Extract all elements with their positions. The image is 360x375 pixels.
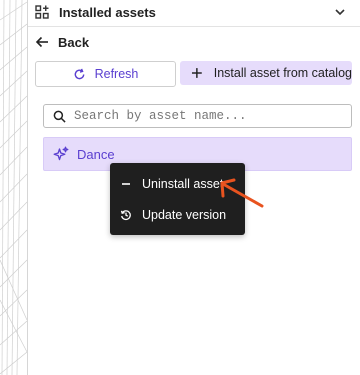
minus-icon bbox=[122, 183, 130, 185]
annotation-arrow-icon bbox=[220, 178, 264, 208]
plus-icon bbox=[191, 68, 202, 78]
refresh-label: Refresh bbox=[94, 67, 139, 81]
apps-add-icon bbox=[35, 5, 49, 19]
menu-item-label: Uninstall asset bbox=[142, 177, 224, 191]
refresh-icon bbox=[74, 68, 84, 79]
chevron-down-icon[interactable] bbox=[334, 6, 346, 18]
viewport-canvas[interactable] bbox=[0, 0, 28, 375]
back-button[interactable]: Back bbox=[35, 33, 89, 51]
back-label: Back bbox=[58, 34, 90, 50]
perspective-grid bbox=[0, 0, 27, 375]
asset-name: Dance bbox=[77, 146, 115, 162]
search-input[interactable] bbox=[74, 109, 334, 123]
panel-header[interactable]: Installed assets bbox=[28, 0, 360, 27]
history-icon bbox=[120, 210, 131, 221]
installed-assets-panel: Installed assets Back Refresh Install as… bbox=[28, 0, 360, 375]
arrow-left-icon bbox=[35, 36, 48, 48]
sparkle-icon bbox=[53, 146, 69, 161]
refresh-button[interactable]: Refresh bbox=[35, 61, 176, 87]
panel-title: Installed assets bbox=[59, 5, 156, 20]
install-from-catalog-button[interactable]: Install asset from catalog bbox=[180, 61, 352, 85]
install-label: Install asset from catalog bbox=[213, 66, 352, 80]
search-icon bbox=[53, 110, 66, 123]
asset-search bbox=[43, 104, 352, 128]
